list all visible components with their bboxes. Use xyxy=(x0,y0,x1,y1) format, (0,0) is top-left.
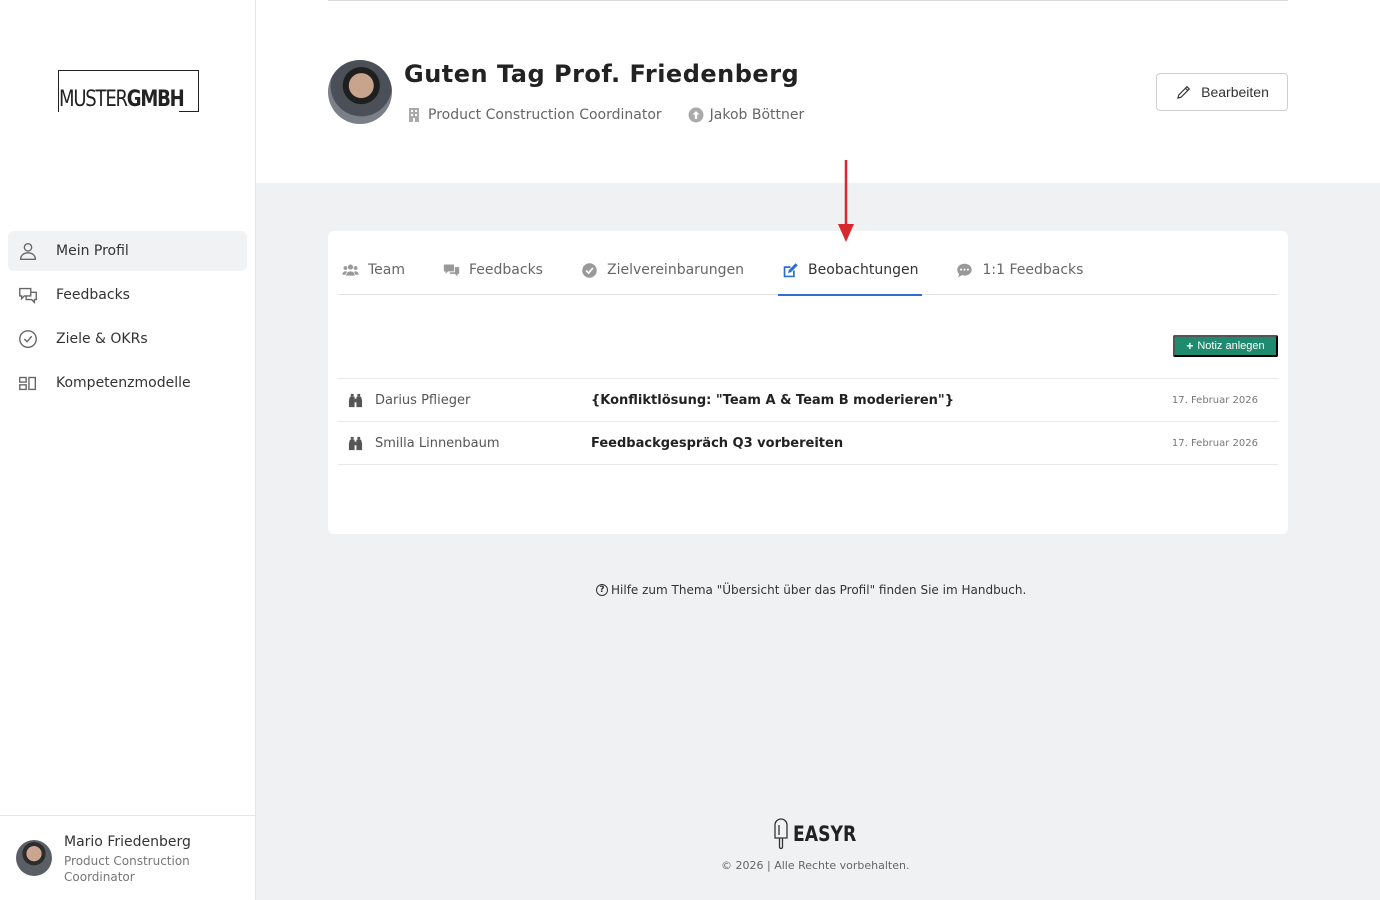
comment-dots-icon xyxy=(957,263,973,277)
tab-label: Feedbacks xyxy=(469,262,543,278)
annotation-arrow xyxy=(838,160,854,242)
tab-label: Team xyxy=(368,262,406,278)
sidebar-item-label: Mein Profil xyxy=(56,243,129,259)
manager-info[interactable]: Jakob Böttner xyxy=(688,107,805,123)
tab-beobachtungen[interactable]: Beobachtungen xyxy=(778,245,923,296)
pencil-icon xyxy=(1177,85,1191,99)
profile-card: Team Feedbacks Zielvereinbarungen Beobac… xyxy=(328,231,1288,534)
chat-icon xyxy=(16,283,40,307)
notes-list: Darius Pflieger {Konfliktlösung: "Team A… xyxy=(338,378,1278,465)
tab-feedbacks[interactable]: Feedbacks xyxy=(439,245,547,295)
help-text[interactable]: ? Hilfe zum Thema "Übersicht über das Pr… xyxy=(596,583,1026,597)
user-icon xyxy=(16,239,40,263)
sidebar-item-label: Kompetenzmodelle xyxy=(56,375,191,391)
profile-avatar xyxy=(328,60,392,124)
page-title: Guten Tag Prof. Friedenberg xyxy=(404,60,800,88)
tab-label: Zielvereinbarungen xyxy=(606,262,745,278)
popsicle-icon xyxy=(774,818,788,850)
sidebar-item-mein-profil[interactable]: Mein Profil xyxy=(8,231,247,271)
company-logo[interactable]: MUSTERGMBH xyxy=(58,70,199,112)
table-row[interactable]: Smilla Linnenbaum Feedbackgespräch Q3 vo… xyxy=(338,422,1278,465)
team-icon xyxy=(342,264,359,276)
easyr-logo: EASYR xyxy=(772,818,870,850)
building-icon xyxy=(409,108,419,122)
binoculars-icon xyxy=(348,393,363,408)
binoculars-icon xyxy=(348,436,363,451)
question-icon: ? xyxy=(596,584,608,596)
sidebar-item-label: Ziele & OKRs xyxy=(56,331,148,347)
note-date: 17. Februar 2026 xyxy=(1171,394,1258,406)
add-note-label: Notiz anlegen xyxy=(1197,340,1265,352)
note-person: Smilla Linnenbaum xyxy=(375,435,500,451)
sidebar-item-kompetenzmodelle[interactable]: Kompetenzmodelle xyxy=(8,363,247,403)
tab-label: 1:1 Feedbacks xyxy=(982,262,1084,278)
check-circle-icon xyxy=(582,262,597,278)
edit-button-label: Bearbeiten xyxy=(1201,84,1269,100)
position-text: Product Construction Coordinator xyxy=(428,107,662,123)
note-date: 17. Februar 2026 xyxy=(1171,437,1258,449)
tab-label: Beobachtungen xyxy=(808,262,919,278)
sidebar: MUSTERGMBH Mein Profil Feedbacks Ziele &… xyxy=(0,0,256,900)
avatar xyxy=(16,840,52,876)
brand-name: EASYR xyxy=(793,822,857,846)
tab-zielvereinbarungen[interactable]: Zielvereinbarungen xyxy=(577,245,748,295)
note-title: Feedbackgespräch Q3 vorbereiten xyxy=(591,435,844,451)
user-role: Product Construction Coordinator xyxy=(64,854,190,884)
note-title: {Konfliktlösung: "Team A & Team B moderi… xyxy=(591,392,954,408)
help-label: Hilfe zum Thema "Übersicht über das Prof… xyxy=(611,583,1027,597)
manager-text: Jakob Böttner xyxy=(709,107,805,123)
user-footer[interactable]: Mario Friedenberg Product Construction C… xyxy=(0,815,255,900)
user-name: Mario Friedenberg xyxy=(64,834,191,850)
edit-button[interactable]: Bearbeiten xyxy=(1156,73,1288,111)
profile-meta: Product Construction Coordinator Jakob B… xyxy=(406,107,830,123)
sidebar-item-label: Feedbacks xyxy=(56,287,130,303)
position-info: Product Construction Coordinator xyxy=(406,107,662,123)
tab-team[interactable]: Team xyxy=(338,245,409,295)
check-circle-icon xyxy=(16,327,40,351)
tab-bar: Team Feedbacks Zielvereinbarungen Beobac… xyxy=(338,245,1278,296)
sidebar-item-ziele-okrs[interactable]: Ziele & OKRs xyxy=(8,319,247,359)
tab-1on1-feedbacks[interactable]: 1:1 Feedbacks xyxy=(952,245,1087,295)
modules-icon xyxy=(16,371,40,395)
profile-header: Guten Tag Prof. Friedenberg Product Cons… xyxy=(256,0,1380,183)
edit-icon xyxy=(783,262,798,277)
arrow-up-circle-icon xyxy=(688,107,704,123)
sidebar-nav: Mein Profil Feedbacks Ziele & OKRs Kompe… xyxy=(8,231,247,407)
note-person: Darius Pflieger xyxy=(375,392,471,408)
plus-icon: + xyxy=(1186,339,1194,353)
copyright: © 2026 | Alle Rechte vorbehalten. xyxy=(721,859,910,872)
sidebar-item-feedbacks[interactable]: Feedbacks xyxy=(8,275,247,315)
logo-text: MUSTERGMBH xyxy=(59,87,185,112)
table-row[interactable]: Darius Pflieger {Konfliktlösung: "Team A… xyxy=(338,379,1278,422)
divider xyxy=(328,0,1288,1)
comments-icon xyxy=(443,264,460,276)
add-note-button[interactable]: + Notiz anlegen xyxy=(1173,335,1278,357)
